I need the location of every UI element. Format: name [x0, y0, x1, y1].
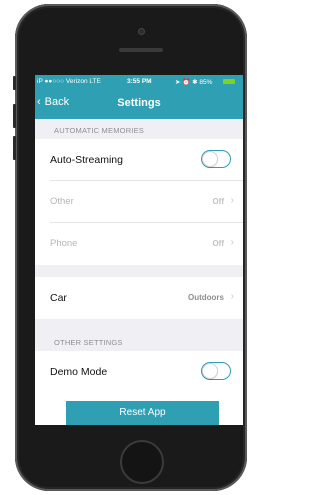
page-title: Settings	[117, 97, 161, 109]
toggle-knob	[202, 151, 217, 166]
reset-app-button[interactable]: Reset App	[66, 401, 219, 425]
app-screen: iP ●●○○○ Verizon LTE 3:55 PM ➤ ⏰ ✱ 85% ‹…	[35, 75, 243, 425]
demo-mode-label: Demo Mode	[50, 366, 108, 378]
auto-streaming-toggle[interactable]	[201, 150, 231, 168]
phone-row[interactable]: Phone Off ›	[35, 223, 243, 265]
navigation-bar: ‹ Back Settings	[35, 89, 243, 119]
section-header-automatic-memories: AUTOMATIC MEMORIES	[35, 119, 243, 139]
auto-streaming-row: Auto-Streaming	[35, 139, 243, 181]
earpiece-speaker	[119, 48, 163, 52]
home-button[interactable]	[120, 440, 164, 484]
demo-mode-row: Demo Mode	[35, 351, 243, 393]
mute-switch	[13, 76, 16, 90]
status-indicators: ➤ ⏰ ✱ 85%	[175, 79, 213, 86]
other-label: Other	[50, 196, 74, 207]
section-header-label: AUTOMATIC MEMORIES	[54, 126, 144, 135]
section-header-other-settings: OTHER SETTINGS	[35, 331, 243, 351]
status-time: 3:55 PM	[127, 78, 152, 85]
section-gap	[35, 265, 243, 277]
volume-up-button	[13, 104, 16, 128]
car-row[interactable]: Car Outdoors ›	[35, 277, 243, 319]
other-row[interactable]: Other Off ›	[35, 181, 243, 223]
car-label: Car	[50, 292, 67, 304]
front-camera	[138, 28, 145, 35]
battery-icon	[223, 79, 235, 84]
demo-mode-toggle[interactable]	[201, 362, 231, 380]
carrier-text: iP ●●○○○ Verizon LTE	[37, 78, 101, 85]
section-header-label: OTHER SETTINGS	[54, 338, 123, 347]
auto-streaming-label: Auto-Streaming	[50, 154, 123, 166]
status-bar: iP ●●○○○ Verizon LTE 3:55 PM ➤ ⏰ ✱ 85%	[35, 75, 243, 89]
section-gap	[35, 319, 243, 331]
toggle-knob	[202, 363, 217, 378]
chevron-right-icon: ›	[230, 195, 234, 206]
car-value: Outdoors	[188, 293, 224, 302]
phone-label: Phone	[50, 238, 78, 249]
chevron-right-icon: ›	[230, 291, 234, 302]
other-value: Off	[212, 197, 224, 206]
chevron-right-icon: ›	[230, 237, 234, 248]
volume-down-button	[13, 136, 16, 160]
phone-value: Off	[212, 239, 224, 248]
